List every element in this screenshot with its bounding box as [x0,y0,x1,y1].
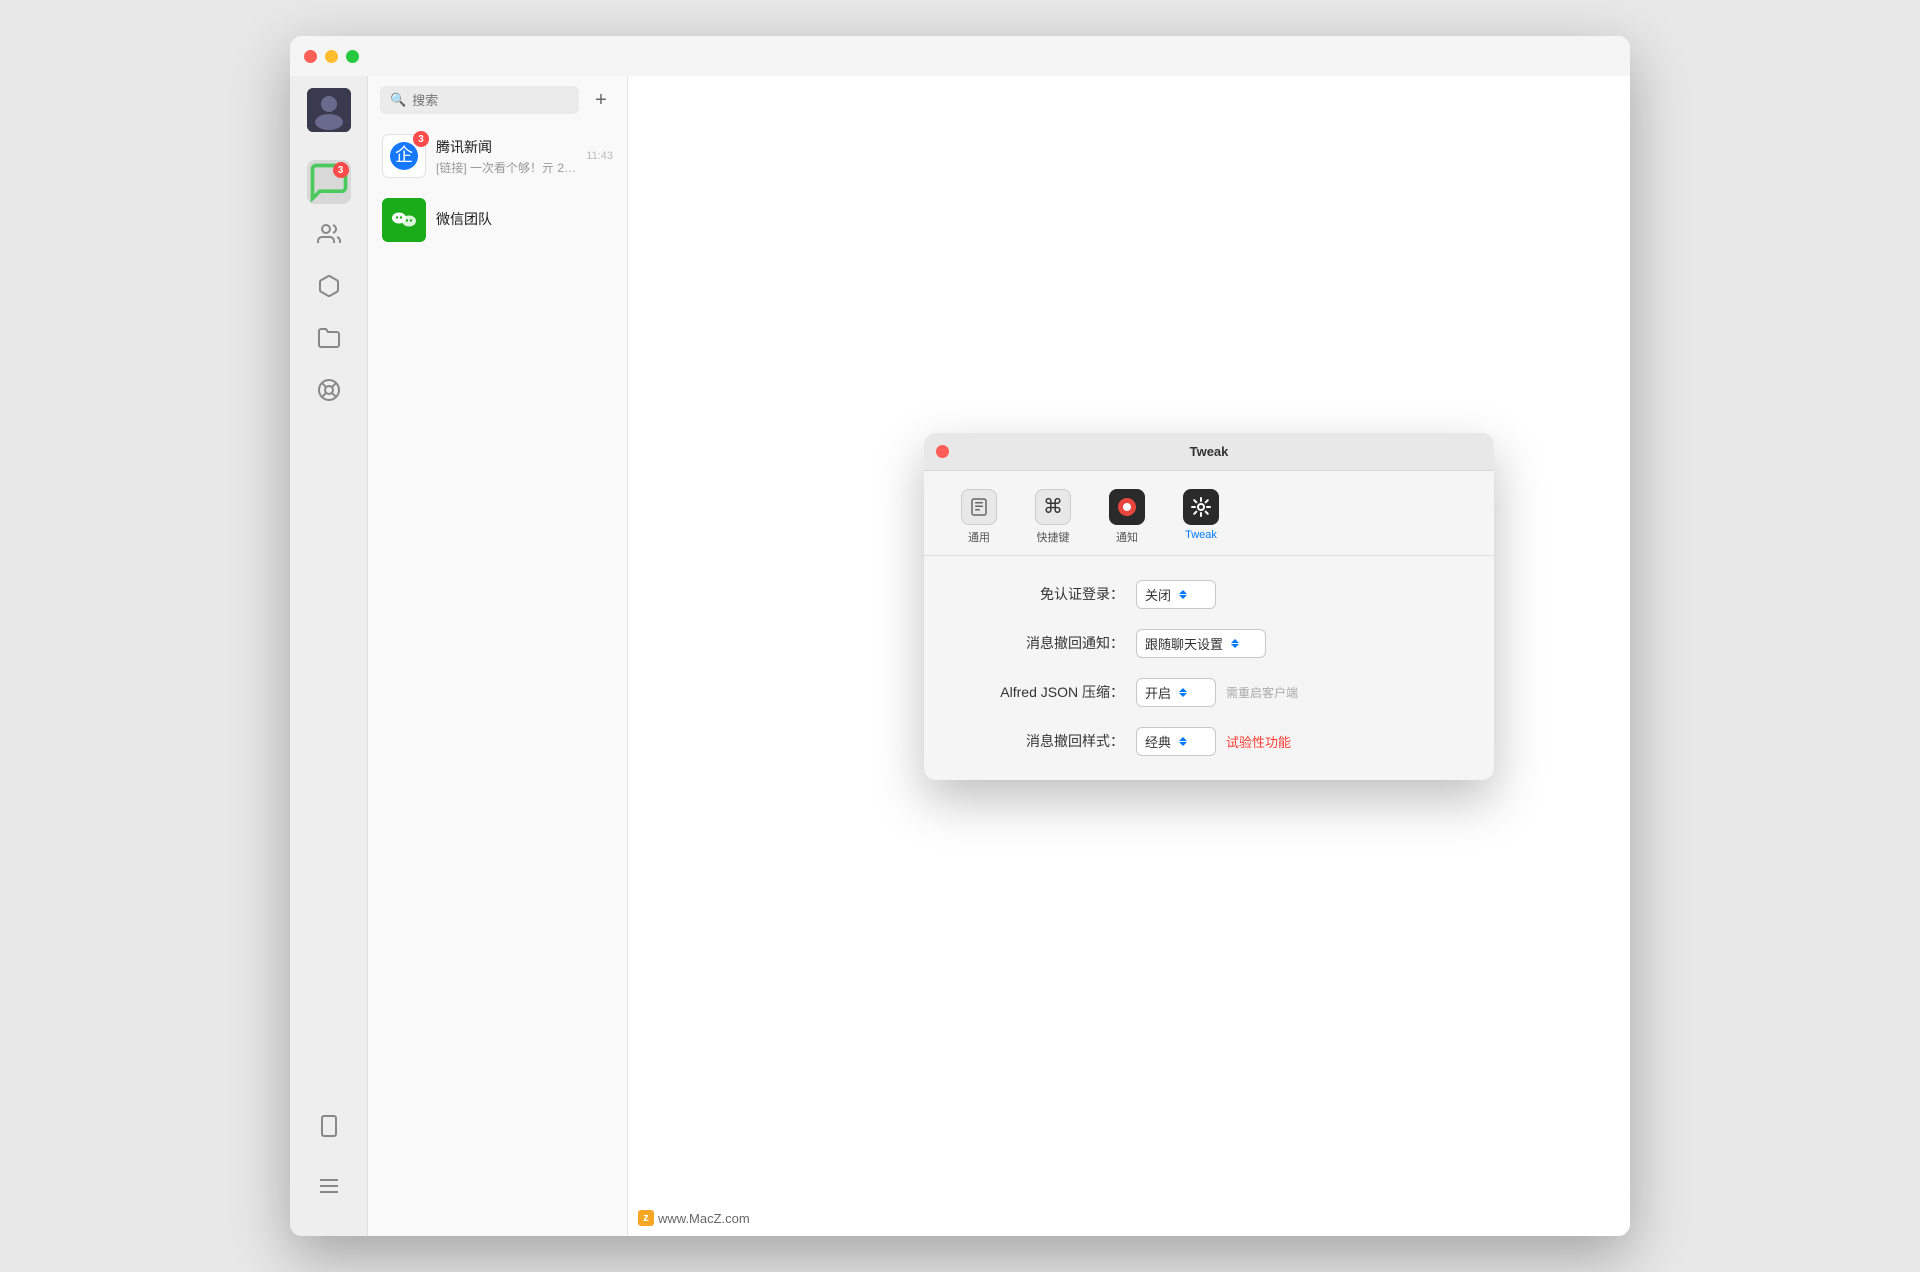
recall-notify-control: 跟随聊天设置 [1136,629,1266,658]
dialog-body: 免认证登录： 关闭 [924,556,1494,780]
files-icon [317,326,341,350]
recall-notify-value: 跟随聊天设置 [1145,634,1223,653]
recall-style-arrows [1179,737,1187,746]
recall-notify-label: 消息撤回通知： [954,633,1124,653]
minimize-button[interactable] [325,50,338,63]
sidebar-item-chats[interactable]: 3 [307,160,351,204]
search-bar-area: 🔍 + [368,76,627,124]
title-bar [290,36,1630,76]
watermark-text: www.MacZ.com [658,1211,750,1226]
tab-hotkeys[interactable]: ⌘ 快捷键 [1018,483,1088,555]
svg-text:企: 企 [395,145,413,165]
tencent-news-badge: 3 [413,131,429,147]
auth-login-select[interactable]: 关闭 [1136,580,1216,609]
alfred-json-label: Alfred JSON 压缩： [954,682,1124,702]
tencent-news-time: 11:43 [586,150,613,162]
hotkeys-tab-icon: ⌘ [1035,489,1071,525]
sidebar-item-contacts[interactable] [307,212,351,256]
sidebar-item-menu[interactable] [307,1164,351,1208]
wechat-window: 3 [290,36,1630,1236]
dialog-tabs: 通用 ⌘ 快捷键 [924,471,1494,556]
sidebar-item-favorites[interactable] [307,264,351,308]
chat-badge: 3 [333,162,349,178]
avatar-image [307,88,351,132]
tencent-news-info: 腾讯新闻 [链接] 一次看个够！亓 20 运 20 ... [436,137,576,176]
tweak-tab-label: Tweak [1185,529,1217,541]
watermark: z www.MacZ.com [638,1210,750,1226]
tweak-tab-icon [1183,489,1219,525]
dialog-title-bar: Tweak [924,433,1494,471]
tweak-dialog: Tweak 通用 [924,433,1494,780]
recall-style-select[interactable]: 经典 [1136,727,1216,756]
recall-style-value: 经典 [1145,732,1171,751]
favorites-icon [317,274,341,298]
general-tab-icon [961,489,997,525]
alfred-json-value: 开启 [1145,683,1171,702]
avatar[interactable] [307,88,351,132]
experimental-label: 试验性功能 [1226,732,1291,751]
auth-login-value: 关闭 [1145,585,1171,604]
chat-item-tencent-news[interactable]: 3 企 腾讯新闻 [链接] 一次看个够！亓 20 运 20 ... 11:43 [368,124,627,188]
wechat-team-avatar [382,198,426,242]
dialog-close-button[interactable] [936,445,949,458]
notifications-tab-label: 通知 [1116,529,1138,545]
watermark-z-icon: z [638,1210,654,1226]
tencent-news-avatar: 3 企 [382,134,426,178]
sidebar-bottom [307,1104,351,1236]
tencent-news-preview: [链接] 一次看个够！亓 20 运 20 ... [436,159,576,176]
alfred-json-control: 开启 需重启客户端 [1136,678,1298,707]
main-content: Tweak 通用 [628,36,1630,1236]
tab-tweak[interactable]: Tweak [1166,483,1236,555]
search-input[interactable] [412,93,569,108]
phone-icon [317,1114,341,1138]
setting-row-recall-style: 消息撤回样式： 经典 试验性功能 [954,727,1464,756]
menu-icon [317,1174,341,1198]
lens-icon [317,378,341,402]
recall-notify-select[interactable]: 跟随聊天设置 [1136,629,1266,658]
search-input-wrap[interactable]: 🔍 [380,86,579,114]
sidebar-item-phone[interactable] [307,1104,351,1148]
dialog-overlay: Tweak 通用 [628,36,1630,1236]
sidebar-item-files[interactable] [307,316,351,360]
close-button[interactable] [304,50,317,63]
setting-row-alfred-json: Alfred JSON 压缩： 开启 需重启客户端 [954,678,1464,707]
setting-row-recall-notify: 消息撤回通知： 跟随聊天设置 [954,629,1464,658]
setting-row-auth-login: 免认证登录： 关闭 [954,580,1464,609]
search-icon: 🔍 [390,92,406,108]
wechat-team-info: 微信团队 [436,209,603,231]
dialog-title: Tweak [1190,444,1229,459]
general-tab-label: 通用 [968,529,990,545]
auth-login-label: 免认证登录： [954,584,1124,604]
tab-notifications[interactable]: 通知 [1092,483,1162,555]
tab-general[interactable]: 通用 [944,483,1014,555]
alfred-json-arrows [1179,688,1187,697]
alfred-json-select[interactable]: 开启 [1136,678,1216,707]
recall-style-control: 经典 试验性功能 [1136,727,1291,756]
tencent-news-name: 腾讯新闻 [436,137,576,157]
sidebar-icons: 3 [290,36,368,1236]
recall-notify-arrows [1231,639,1239,648]
traffic-lights [304,50,359,63]
contacts-icon [317,222,341,246]
wechat-team-name: 微信团队 [436,209,603,229]
sidebar-item-lens[interactable] [307,368,351,412]
hotkeys-tab-label: 快捷键 [1037,529,1070,545]
notifications-tab-icon [1109,489,1145,525]
alfred-json-hint: 需重启客户端 [1226,684,1298,701]
chat-item-wechat-team[interactable]: 微信团队 [368,188,627,252]
chat-list-panel: 🔍 + 3 企 腾讯新闻 [链接] 一次看个够！亓 20 运 20 ... 11… [368,36,628,1236]
recall-style-label: 消息撤回样式： [954,731,1124,751]
auth-login-control: 关闭 [1136,580,1216,609]
add-button[interactable]: + [587,86,615,114]
maximize-button[interactable] [346,50,359,63]
auth-login-arrows [1179,590,1187,599]
